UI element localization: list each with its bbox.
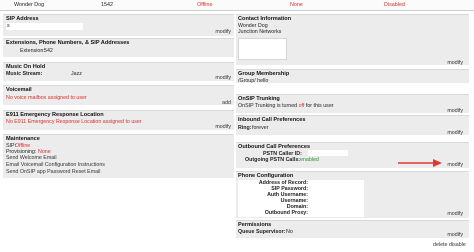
e911-panel: E911 Emergency Response Location No E911… xyxy=(3,110,234,130)
disable-user-link[interactable]: disable xyxy=(449,242,466,248)
contact-details-box xyxy=(238,38,287,60)
voicemail-add-link[interactable]: add xyxy=(222,100,231,106)
extension-label: Extension: xyxy=(20,48,45,54)
outbound-proxy-label: Outbound Proxy: xyxy=(264,210,308,216)
contact-info-modify-link[interactable]: modify xyxy=(447,60,463,66)
group-membership-title: Group Membership xyxy=(238,71,290,77)
provisioning-status: None xyxy=(290,2,303,8)
permissions-title: Permissions xyxy=(238,222,272,228)
user-name: Wonder Dog xyxy=(14,2,45,8)
permissions-panel: Permissions Queue Supervisor: No modify xyxy=(236,220,469,238)
sip-address-value: s xyxy=(7,23,10,29)
phone-config-title: Phone Configuration xyxy=(238,173,294,179)
user-extension: 1542 xyxy=(101,2,113,8)
arrow-icon xyxy=(398,159,442,167)
ring-value: forever xyxy=(252,125,269,131)
pstn-calls-value: enabled xyxy=(300,157,319,163)
send-password-reset-link[interactable]: Send OnSIP app Password Reset Email xyxy=(6,169,100,175)
extensions-panel: Extensions, Phone Numbers, & SIP Address… xyxy=(3,38,234,57)
outbound-prefs-title: Outbound Call Preferences xyxy=(238,144,311,150)
sip-status: Offline xyxy=(197,2,213,8)
onsip-trunking-status: OnSIP Trunking is turned off for this us… xyxy=(238,103,334,109)
onsip-trunking-tail: for this user xyxy=(305,103,334,109)
inbound-prefs-modify-link[interactable]: modify xyxy=(447,130,463,136)
send-welcome-email-link[interactable]: Send Welcome Email xyxy=(6,155,57,161)
outbound-prefs-modify-link[interactable]: modify xyxy=(447,162,463,168)
group-membership-panel: Group Membership /Group/ hello xyxy=(236,69,469,84)
pstn-calls-label: Outgoing PSTN Calls: xyxy=(245,157,301,163)
contact-info-title: Contact Information xyxy=(238,16,292,22)
ring-label: Ring: xyxy=(238,125,252,131)
maintenance-panel: Maintenance SIP: Offline Provisioning: N… xyxy=(3,134,234,178)
onsip-trunking-off: off xyxy=(298,103,305,109)
sip-address-panel: SIP Address s modify xyxy=(3,14,234,36)
email-voicemail-instructions-link[interactable]: Email Voicemail Configuration Instructio… xyxy=(6,162,105,168)
contact-info-panel: Contact Information Wonder Dog Junction … xyxy=(236,14,469,66)
phone-config-modify-link[interactable]: modify xyxy=(447,211,463,217)
extension-value: 542 xyxy=(44,48,53,54)
sip-address-box: s xyxy=(6,23,83,30)
onsip-trunking-panel: OnSIP Trunking OnSIP Trunking is turned … xyxy=(236,94,469,114)
inbound-prefs-title: Inbound Call Preferences xyxy=(238,117,306,123)
onsip-trunking-title: OnSIP Trunking xyxy=(238,96,280,102)
permissions-modify-link[interactable]: modify xyxy=(447,232,463,238)
music-on-hold-panel: Music On Hold Music Stream: Jazz modify xyxy=(3,62,234,81)
onsip-trunking-text: OnSIP Trunking is turned xyxy=(238,103,298,109)
music-on-hold-title: Music On Hold xyxy=(6,64,46,70)
music-stream-value: Jazz xyxy=(71,71,82,77)
sip-address-modify-link[interactable]: modify xyxy=(215,29,231,35)
e911-status: No E911 Emergency Response Location assi… xyxy=(6,119,142,125)
maintenance-title: Maintenance xyxy=(6,136,40,142)
onsip-trunking-modify-link[interactable]: modify xyxy=(447,108,463,114)
voicemail-title: Voicemail xyxy=(6,87,32,93)
queue-supervisor-label: Queue Supervisor: xyxy=(238,229,286,235)
music-stream-label: Music Stream: xyxy=(6,71,43,77)
delete-user-link[interactable]: delete xyxy=(433,242,447,248)
contact-org: Junction Networks xyxy=(238,29,282,35)
voicemail-panel: Voicemail No voice mailbox assigned to u… xyxy=(3,85,234,106)
phone-config-fields-box: Address of Record: SIP Password: Auth Us… xyxy=(238,180,364,217)
e911-modify-link[interactable]: modify xyxy=(215,124,231,130)
phone-config-panel: Phone Configuration Address of Record: S… xyxy=(236,171,469,218)
extensions-title: Extensions, Phone Numbers, & SIP Address… xyxy=(6,40,130,46)
disabled-status: Disabled xyxy=(384,2,405,8)
music-on-hold-modify-link[interactable]: modify xyxy=(215,75,231,81)
e911-title: E911 Emergency Response Location xyxy=(6,112,104,118)
group-membership-value: /Group/ hello xyxy=(238,78,269,84)
pstn-caller-id-box xyxy=(308,150,348,156)
user-summary-bar: Wonder Dog 1542 Offline None Disabled xyxy=(0,0,474,11)
sip-address-title: SIP Address xyxy=(6,16,39,22)
queue-supervisor-value: No xyxy=(286,229,293,235)
voicemail-status: No voice mailbox assigned to user xyxy=(6,95,87,101)
inbound-prefs-panel: Inbound Call Preferences Ring: forever m… xyxy=(236,115,469,136)
